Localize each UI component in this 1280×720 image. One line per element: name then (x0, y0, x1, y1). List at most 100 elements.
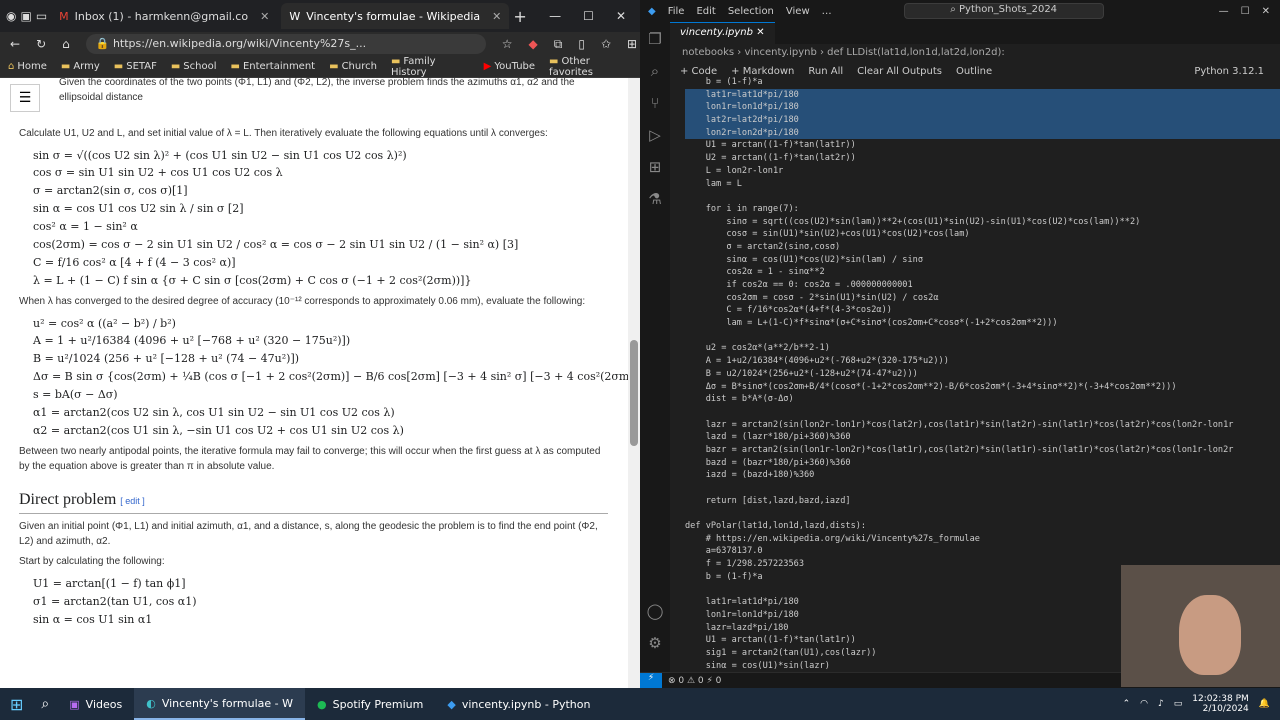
bookmark-youtube[interactable]: ▶ YouTube (484, 61, 535, 72)
menu-selection[interactable]: Selection (728, 6, 774, 17)
bookmark-entertainment[interactable]: ▬ Entertainment (230, 61, 315, 72)
battery-icon[interactable]: ▭ (1174, 699, 1183, 709)
favorite-icon[interactable]: ☆ (502, 37, 513, 51)
outline-button[interactable]: Outline (956, 66, 992, 77)
tab-label: Inbox (1) - harmkenn@gmail.co (74, 9, 249, 23)
clock[interactable]: 12:02:38 PM 2/10/2024 (1192, 694, 1248, 714)
menu-view[interactable]: View (786, 6, 810, 17)
bookmark-label: Army (73, 61, 100, 72)
back-icon[interactable]: ← (10, 37, 20, 51)
chevron-up-icon[interactable]: ⌃ (1123, 699, 1131, 709)
command-center-search[interactable]: ⌕ Python_Shots_2024 (903, 3, 1104, 19)
remote-icon[interactable]: ⚡ (640, 672, 662, 688)
code-line: σ = arctan2(sinσ,cosσ) (685, 241, 841, 252)
equation-line: sin σ = √((cos U2 sin λ)² + (cos U1 sin … (33, 148, 407, 162)
code-line: lat2r=lat2d*pi/180 (685, 114, 1280, 127)
bookmark-school[interactable]: ▬ School (171, 61, 217, 72)
code-line: Δσ = B*sinσ*(cos2σm+B/4*(cosσ*(-1+2*cos2… (685, 381, 1177, 392)
menu-file[interactable]: File (668, 6, 685, 17)
equation-line: Δσ = B sin σ {cos(2σm) + ¼B (cos σ [−1 +… (33, 370, 640, 384)
toc-toggle-icon[interactable]: ☰ (10, 84, 40, 112)
code-line: return [dist,lazd,bazd,iazd] (685, 495, 851, 506)
bookmark-church[interactable]: ▬ Church (329, 61, 377, 72)
code-line: u2 = cos2α*(a**2/b**2-1) (685, 343, 830, 354)
refresh-icon[interactable]: ↻ (36, 37, 46, 51)
close-window-icon[interactable]: ✕ (1262, 6, 1270, 17)
extension-icon[interactable]: ◆ (529, 37, 538, 51)
bookmark-setaf[interactable]: ▬ SETAF (114, 61, 157, 72)
search-icon[interactable]: ⌕ (33, 696, 57, 712)
vscode-titlebar: ◆ File Edit Selection View … ⌕ Python_Sh… (640, 0, 1280, 22)
bookmark-family-history[interactable]: ▬ Family History (391, 56, 470, 78)
video-app-icon: ▣ (69, 697, 80, 711)
maximize-icon[interactable]: ☐ (583, 9, 594, 23)
extensions-icon[interactable]: ⊞ (649, 158, 662, 176)
taskbar-spotify[interactable]: ● Spotify Premium (305, 688, 435, 720)
taskbar-vscode[interactable]: ◆ vincenty.ipynb - Python (435, 688, 602, 720)
folder-icon: ▬ (60, 61, 71, 72)
minimize-icon[interactable]: — (1219, 6, 1229, 17)
add-code-button[interactable]: + Code (680, 66, 717, 77)
volume-icon[interactable]: ♪ (1158, 699, 1164, 709)
settings-gear-icon[interactable]: ⚙ (648, 634, 661, 652)
url-field[interactable]: 🔒 https://en.wikipedia.org/wiki/Vincenty… (85, 34, 486, 54)
explorer-icon[interactable]: ❐ (648, 30, 661, 48)
problems-status[interactable]: ⊗ 0 ⚠ 0 ⚡ 0 (668, 676, 721, 686)
code-line: def vPolar(lat1d,lon1d,lazd,dists): (685, 521, 867, 532)
spotify-icon: ● (317, 697, 327, 711)
more-icon[interactable]: … (822, 6, 832, 17)
wifi-icon[interactable]: ◠ (1140, 699, 1148, 709)
kernel-picker[interactable]: Python 3.12.1 (1194, 66, 1264, 77)
search-icon[interactable]: ⌕ (651, 62, 659, 80)
bookmark-home[interactable]: ⌂ Home (8, 61, 47, 72)
equation-line: s = bA(σ − Δσ) (33, 388, 118, 402)
notification-icon[interactable]: 🔔 (1259, 699, 1270, 709)
split-icon[interactable]: ▯ (578, 37, 585, 51)
scrollbar[interactable] (628, 78, 640, 688)
collections-icon[interactable]: ⊞ (627, 37, 637, 51)
bookmark-army[interactable]: ▬ Army (61, 61, 100, 72)
source-control-icon[interactable]: ⑂ (650, 94, 659, 112)
close-window-icon[interactable]: ✕ (616, 9, 626, 23)
run-debug-icon[interactable]: ▷ (649, 126, 661, 144)
code-line: B = u2/1024*(256+u2*(-128+u2*(74-47*u2))… (685, 368, 918, 379)
puzzle-icon[interactable]: ⧉ (554, 37, 563, 52)
start-text: Start by calculating the following: (19, 556, 165, 568)
edit-link[interactable]: [ edit ] (120, 496, 145, 506)
close-icon[interactable]: ✕ (260, 10, 269, 23)
close-icon[interactable]: ✕ (756, 27, 764, 38)
code-line: lazd = (lazr*180/pi+360)%360 (685, 432, 851, 443)
run-all-button[interactable]: Run All (808, 66, 843, 77)
bookmark-other[interactable]: ▬ Other favorites (549, 56, 632, 78)
menu-edit[interactable]: Edit (696, 6, 715, 17)
new-tab-icon[interactable]: + (513, 7, 526, 26)
bookmark-label: Church (341, 61, 377, 72)
scroll-thumb[interactable] (630, 340, 638, 446)
taskbar-videos[interactable]: ▣ Videos (57, 688, 134, 720)
profile-icon[interactable]: ◉ (6, 9, 16, 23)
account-icon[interactable]: ◯ (647, 602, 664, 620)
testing-icon[interactable]: ⚗ (648, 190, 661, 208)
tab-actions-icon[interactable]: ▭ (36, 9, 47, 23)
home-icon[interactable]: ⌂ (62, 37, 70, 51)
start-icon[interactable]: ⊞ (0, 695, 33, 714)
tab-gmail[interactable]: M Inbox (1) - harmkenn@gmail.co ✕ (51, 3, 277, 29)
equation-line: U1 = arctan[(1 − f) tan ϕ1] (33, 576, 186, 590)
workspaces-icon[interactable]: ▣ (20, 9, 31, 23)
maximize-icon[interactable]: ☐ (1241, 6, 1250, 17)
code-line: lazr = arctan2(sin(lon2r-lon1r)*cos(lat2… (685, 419, 1234, 430)
edge-icon: ◐ (146, 696, 156, 710)
tab-wikipedia[interactable]: W Vincenty's formulae - Wikipedia ✕ (281, 3, 510, 29)
add-markdown-button[interactable]: + Markdown (731, 66, 794, 77)
taskbar-edge[interactable]: ◐ Vincenty's formulae - W (134, 688, 306, 720)
code-line: cos2α = 1 - sinα**2 (685, 267, 825, 278)
clear-outputs-button[interactable]: Clear All Outputs (857, 66, 942, 77)
favorites-icon[interactable]: ✩ (601, 37, 611, 51)
bookmark-label: School (183, 61, 217, 72)
direct-problem-heading: Direct problem [ edit ] (19, 488, 608, 515)
tab-vincenty[interactable]: vincenty.ipynb ✕ (670, 22, 775, 44)
minimize-icon[interactable]: — (549, 9, 561, 23)
close-icon[interactable]: ✕ (492, 10, 501, 23)
